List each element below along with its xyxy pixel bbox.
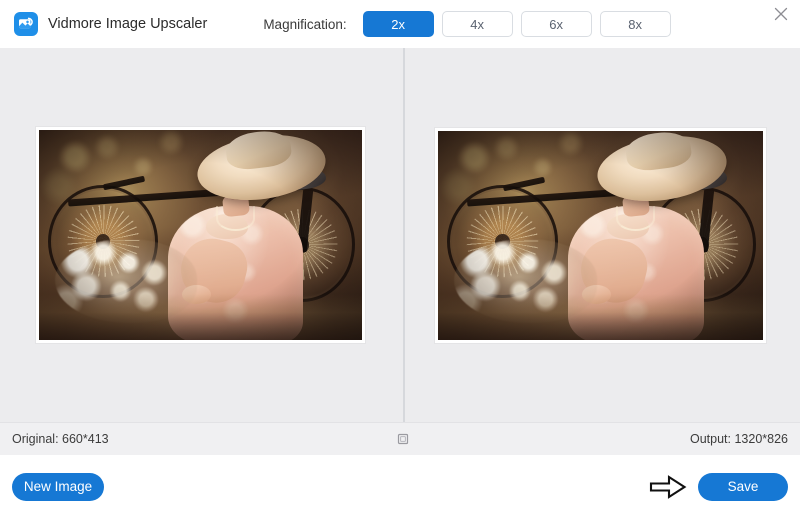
original-size-label: Original: 660*413 <box>12 432 109 446</box>
original-image-frame <box>36 127 365 343</box>
image-upscaler-window: Vidmore Image Upscaler Magnification: 2x… <box>0 0 800 518</box>
new-image-button[interactable]: New Image <box>12 473 104 501</box>
app-header: Vidmore Image Upscaler Magnification: 2x… <box>0 0 800 48</box>
magnification-label: Magnification: <box>263 17 346 32</box>
magnification-option-8x[interactable]: 8x <box>600 11 671 37</box>
app-title: Vidmore Image Upscaler <box>48 16 207 32</box>
footer-bar: New Image Save <box>0 455 800 518</box>
footer-actions: Save <box>648 473 800 501</box>
magnification-group: Magnification: 2x 4x 6x 8x <box>263 11 670 37</box>
upscaled-preview-pane <box>400 48 800 422</box>
upscaled-image-frame <box>435 128 766 343</box>
status-bar: Original: 660*413 Output: 1320*826 <box>0 422 800 455</box>
magnification-buttons: 2x 4x 6x 8x <box>363 11 671 37</box>
compare-square-icon[interactable] <box>395 431 411 447</box>
original-image <box>39 130 362 340</box>
arrow-right-annotation-icon <box>648 473 688 501</box>
brand: Vidmore Image Upscaler <box>14 12 207 36</box>
magnification-option-6x[interactable]: 6x <box>521 11 592 37</box>
image-photo-icon <box>14 12 38 36</box>
magnification-option-4x[interactable]: 4x <box>442 11 513 37</box>
output-size-label: Output: 1320*826 <box>690 432 788 446</box>
original-preview-pane <box>0 48 400 422</box>
close-x-icon[interactable] <box>770 3 792 25</box>
preview-canvas <box>0 48 800 422</box>
upscaled-image <box>438 131 763 340</box>
magnification-option-2x[interactable]: 2x <box>363 11 434 37</box>
save-button[interactable]: Save <box>698 473 788 501</box>
